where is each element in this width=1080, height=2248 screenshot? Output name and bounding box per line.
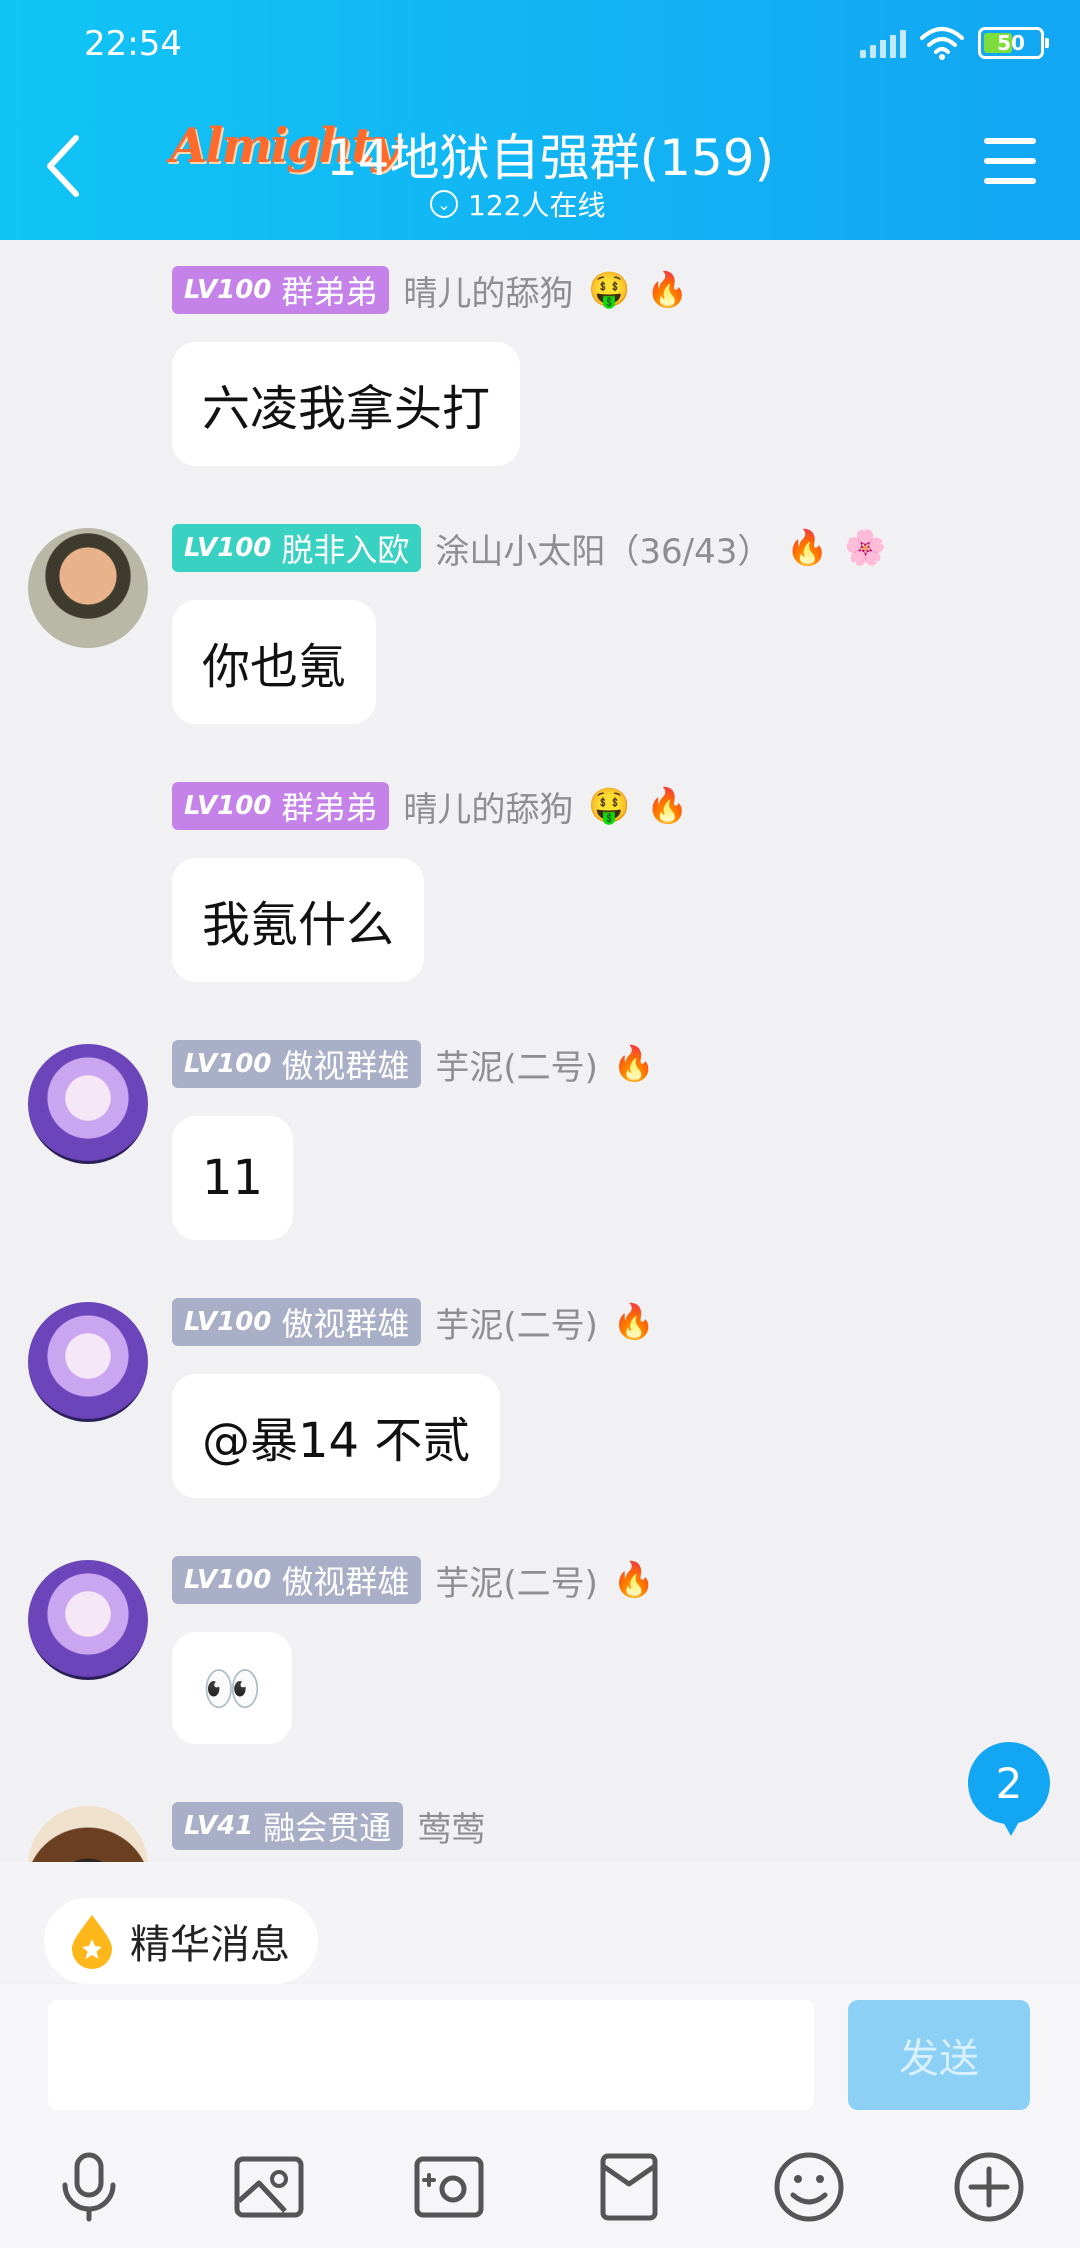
avatar[interactable]: [28, 1806, 148, 1862]
sender-name[interactable]: 芋泥(二号): [435, 1040, 598, 1089]
message-bubble[interactable]: 11: [172, 1116, 294, 1240]
wifi-icon: [920, 27, 964, 60]
fire-icon: 🔥: [646, 270, 689, 310]
signal-icon: [860, 28, 906, 58]
message-bubble[interactable]: 六凌我拿头打: [172, 342, 521, 466]
level-badge: LV100 群弟弟: [172, 782, 390, 830]
chevron-down-circle-icon: ⌄: [430, 190, 458, 218]
level-badge: LV100 脱非入欧: [172, 524, 422, 572]
new-message-count-button[interactable]: 2: [968, 1742, 1050, 1836]
level-badge: LV100 傲视群雄: [172, 1040, 422, 1088]
god-of-wealth-icon: 🤑: [588, 786, 631, 826]
fire-icon: 🔥: [646, 786, 689, 826]
level-badge: LV100 傲视群雄: [172, 1556, 422, 1604]
sender-name[interactable]: 晴儿的舔狗: [403, 782, 573, 831]
emoji-button[interactable]: [764, 2142, 854, 2232]
menu-button[interactable]: [984, 138, 1036, 184]
emoji-icon: [774, 2152, 844, 2222]
avatar[interactable]: [28, 528, 148, 648]
sender-name[interactable]: 莺莺: [417, 1802, 485, 1851]
plus-icon: [954, 2152, 1024, 2222]
camera-button[interactable]: [404, 2142, 494, 2232]
sender-name[interactable]: 涂山小太阳（36/43）: [435, 524, 771, 573]
level-badge: LV41 融会贯通: [172, 1802, 404, 1850]
send-button[interactable]: 发送: [848, 2000, 1030, 2110]
more-button[interactable]: [944, 2142, 1034, 2232]
message-bubble[interactable]: 👀: [172, 1632, 292, 1744]
message-bubble[interactable]: 你也氪: [172, 600, 377, 724]
status-time: 22:54: [84, 24, 182, 64]
flower-icon: 🌸: [844, 528, 887, 568]
sender-name[interactable]: 芋泥(二号): [435, 1298, 598, 1347]
online-status[interactable]: ⌄ 122人在线: [430, 184, 605, 224]
avatar[interactable]: [28, 1560, 148, 1680]
camera-icon: [414, 2156, 484, 2218]
fire-icon: 🔥: [612, 1044, 656, 1084]
fire-icon: 🔥: [612, 1560, 656, 1600]
message-list[interactable]: LV100 群弟弟 晴儿的舔狗 🤑 🔥 六凌我拿头打 LV100 脱非入欧 涂山小太…: [0, 240, 1080, 1862]
sender-name[interactable]: 芋泥(二号): [435, 1556, 598, 1605]
message-bubble[interactable]: 我氪什么: [172, 858, 425, 982]
avatar[interactable]: [28, 1044, 148, 1164]
group-title[interactable]: 14地狱自强群(159): [326, 118, 774, 190]
god-of-wealth-icon: 🤑: [588, 270, 631, 310]
message-bubble[interactable]: @暴14 不贰: [172, 1374, 501, 1498]
fire-icon: 🔥: [612, 1302, 656, 1342]
level-badge: LV100 群弟弟: [172, 266, 390, 314]
chevron-left-icon: [47, 135, 79, 197]
red-packet-button[interactable]: [584, 2142, 674, 2232]
battery-level: 50: [997, 31, 1025, 55]
input-area: 发送: [0, 1984, 1080, 2248]
image-button[interactable]: [224, 2142, 314, 2232]
image-icon: [234, 2156, 304, 2218]
essence-messages-button[interactable]: 精华消息: [44, 1898, 318, 1984]
sender-name[interactable]: 晴儿的舔狗: [403, 266, 573, 315]
essence-bar: 精华消息: [0, 1862, 1080, 1984]
back-button[interactable]: [34, 128, 94, 204]
battery-icon: 50: [978, 27, 1049, 59]
chat-header: 22:54 50 Almighty 14地狱自强群(159) ⌄ 122人在线: [0, 0, 1080, 240]
avatar[interactable]: [28, 1302, 148, 1422]
fire-icon: 🔥: [786, 528, 829, 568]
voice-button[interactable]: [44, 2142, 134, 2232]
level-badge: LV100 傲视群雄: [172, 1298, 422, 1346]
essence-drop-icon: [72, 1915, 112, 1969]
microphone-icon: [62, 2152, 116, 2222]
input-toolbar: [0, 2142, 1080, 2232]
online-count: 122人在线: [468, 189, 606, 222]
message-input[interactable]: [48, 2000, 814, 2110]
essence-label: 精华消息: [130, 1922, 290, 1968]
status-icons: 50: [860, 26, 1049, 60]
red-packet-icon: [600, 2153, 658, 2221]
